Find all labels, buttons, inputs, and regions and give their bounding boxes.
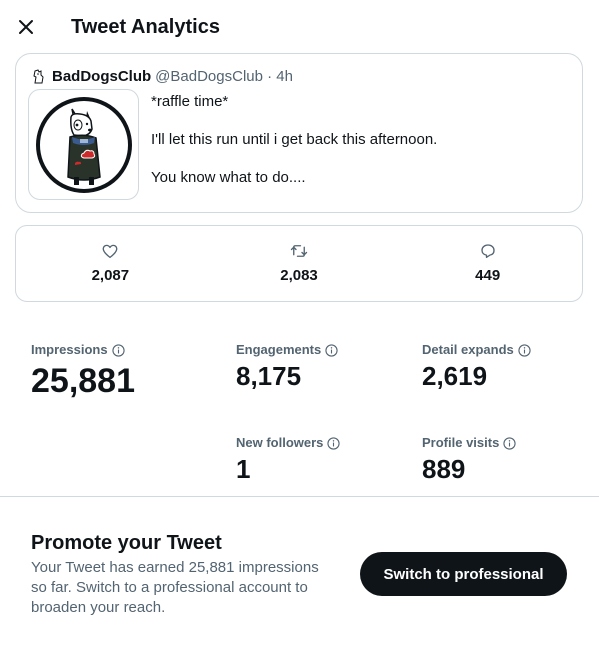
new-followers-label: New followers xyxy=(236,435,324,450)
info-icon[interactable] xyxy=(325,343,338,357)
detail-expands-stat: Detail expands 2,619 xyxy=(422,342,531,392)
likes-metric[interactable]: 2,087 xyxy=(16,226,205,301)
tweet-preview-card[interactable]: BadDogsClub @BadDogsClub · 4h *raffle ti… xyxy=(15,53,583,213)
engagements-value: 8,175 xyxy=(236,361,302,391)
impressions-label: Impressions xyxy=(31,342,108,357)
profile-visits-value: 889 xyxy=(422,454,466,484)
close-icon xyxy=(19,20,33,34)
heart-icon xyxy=(102,244,118,259)
retweet-icon xyxy=(290,245,308,257)
engagements-stat: Engagements 8,175 xyxy=(236,342,338,392)
likes-count: 2,087 xyxy=(91,267,130,284)
reply-icon xyxy=(480,244,495,259)
engagement-metrics-card: 2,087 2,083 449 xyxy=(15,225,583,302)
new-followers-value: 1 xyxy=(236,454,251,484)
retweets-metric[interactable]: 2,083 xyxy=(205,226,394,301)
switch-to-professional-button[interactable]: Switch to professional xyxy=(360,552,567,596)
tweet-text-line: I'll let this run until i get back this … xyxy=(151,131,438,148)
tweet-text: *raffle time* I'll let this run until i … xyxy=(151,92,571,187)
profile-visits-stat: Profile visits 889 xyxy=(422,435,516,485)
close-button[interactable] xyxy=(10,11,42,43)
replies-count: 449 xyxy=(475,267,501,284)
dog-avatar-image xyxy=(35,96,132,193)
tweet-text-line: You know what to do.... xyxy=(151,169,306,186)
info-icon[interactable] xyxy=(518,343,531,357)
profile-visits-label: Profile visits xyxy=(422,435,500,450)
info-icon[interactable] xyxy=(111,343,125,357)
author-handle: @BadDogsClub · 4h xyxy=(155,67,293,85)
impressions-stat: Impressions 25,881 xyxy=(31,342,135,401)
modal-header: Tweet Analytics xyxy=(0,0,599,54)
promote-description: Your Tweet has earned 25,881 impressions… xyxy=(31,559,319,616)
tweet-text-line: *raffle time* xyxy=(151,93,229,110)
author-name[interactable]: BadDogsClub xyxy=(52,68,151,85)
info-icon[interactable] xyxy=(503,436,516,450)
detail-expands-label: Detail expands xyxy=(422,342,514,357)
engagements-label: Engagements xyxy=(236,342,322,357)
page-title: Tweet Analytics xyxy=(71,16,220,38)
tweet-media-image[interactable] xyxy=(28,89,139,200)
tweet-header: BadDogsClub @BadDogsClub · 4h xyxy=(31,66,293,86)
section-divider xyxy=(0,496,599,497)
retweets-count: 2,083 xyxy=(280,267,318,284)
promote-title: Promote your Tweet xyxy=(31,532,222,554)
detail-expands-value: 2,619 xyxy=(422,361,488,391)
author-avatar-icon xyxy=(33,69,44,84)
new-followers-stat: New followers 1 xyxy=(236,435,341,485)
info-icon[interactable] xyxy=(327,436,341,450)
impressions-value: 25,881 xyxy=(31,362,135,400)
replies-metric[interactable]: 449 xyxy=(393,226,582,301)
